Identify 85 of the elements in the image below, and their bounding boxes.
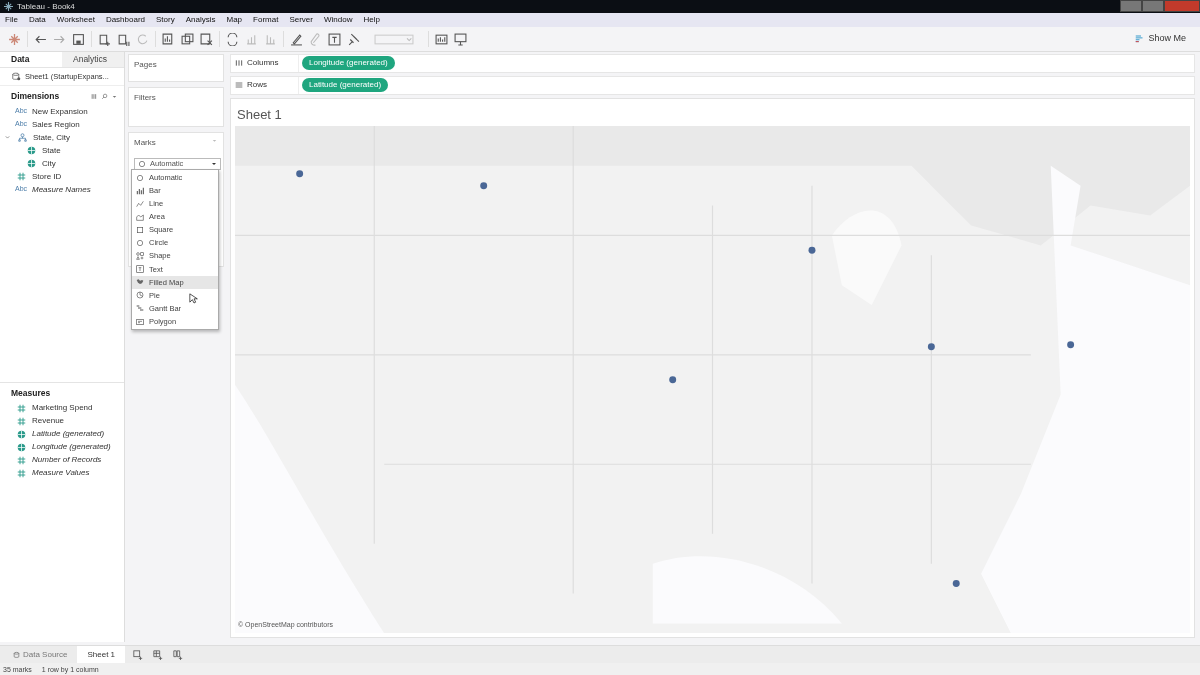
dropdown-arrow-icon[interactable] bbox=[111, 93, 118, 101]
hash-icon bbox=[16, 455, 26, 465]
new-worksheet-icon[interactable] bbox=[133, 649, 144, 660]
field-name[interactable]: Sales Region bbox=[32, 118, 80, 131]
square-icon bbox=[136, 225, 144, 234]
hierarchy-icon bbox=[17, 133, 27, 142]
app-icon bbox=[4, 2, 13, 11]
hash-icon bbox=[16, 172, 26, 181]
tableau-logo-icon[interactable] bbox=[8, 32, 21, 46]
minimize-button[interactable] bbox=[1120, 0, 1142, 12]
globe-icon bbox=[16, 429, 26, 439]
sheet-tab[interactable]: Sheet 1 bbox=[77, 646, 126, 663]
new-dashboard-icon[interactable] bbox=[153, 649, 164, 660]
save-icon[interactable] bbox=[72, 32, 85, 46]
window-title: Tableau - Book4 bbox=[17, 0, 75, 13]
database-icon bbox=[12, 72, 21, 82]
bar-chart-icon bbox=[136, 186, 144, 195]
field-name[interactable]: City bbox=[42, 157, 56, 170]
field-name[interactable]: State bbox=[42, 144, 61, 157]
circle-icon bbox=[136, 239, 144, 247]
section-title: Measures bbox=[11, 387, 51, 400]
shapes-icon bbox=[136, 252, 144, 261]
circle-icon bbox=[138, 160, 146, 168]
text-label-icon[interactable] bbox=[328, 32, 341, 46]
globe-icon bbox=[26, 146, 36, 155]
gantt-icon bbox=[136, 304, 144, 313]
maximize-button[interactable] bbox=[1142, 0, 1164, 12]
highlight-icon[interactable] bbox=[290, 32, 303, 46]
section-title: Dimensions bbox=[11, 90, 60, 103]
menu-item[interactable]: Story bbox=[156, 14, 175, 26]
shelf-title: Filters bbox=[134, 93, 156, 102]
hash-icon bbox=[16, 416, 26, 426]
globe-icon bbox=[16, 442, 26, 452]
text-icon bbox=[136, 265, 144, 274]
sheet-title: Sheet 1 bbox=[236, 105, 283, 124]
field-name[interactable]: Marketing Spend bbox=[32, 402, 93, 415]
polygon-icon bbox=[136, 317, 144, 326]
shelf-title: Pages bbox=[134, 60, 157, 69]
hash-icon bbox=[16, 403, 26, 413]
globe-icon bbox=[26, 159, 36, 168]
area-chart-icon bbox=[136, 212, 144, 221]
pane-tab[interactable]: Analytics bbox=[62, 52, 124, 67]
menu-item[interactable]: Map bbox=[226, 14, 243, 26]
hash-icon bbox=[16, 468, 26, 478]
chart-icon bbox=[1135, 34, 1145, 44]
field-name[interactable]: Measure Names bbox=[32, 183, 91, 196]
rows-icon bbox=[235, 81, 243, 90]
new-worksheet-icon[interactable] bbox=[162, 32, 175, 46]
field-name[interactable]: New Expansion bbox=[32, 105, 88, 118]
paperclip-icon[interactable] bbox=[309, 32, 322, 46]
menu-item[interactable]: Analysis bbox=[185, 14, 216, 26]
field-name[interactable]: Longitude (generated) bbox=[32, 441, 111, 454]
presentation-icon[interactable] bbox=[454, 32, 467, 46]
menu-item[interactable]: File bbox=[5, 14, 18, 26]
menu-item[interactable]: Help bbox=[363, 14, 380, 26]
shelf-title: Marks bbox=[134, 137, 156, 149]
menu-item[interactable]: Data bbox=[28, 14, 46, 26]
shelf-label: Rows bbox=[247, 79, 267, 92]
columns-view-icon[interactable] bbox=[91, 93, 98, 101]
field-name[interactable]: Revenue bbox=[32, 415, 65, 428]
clear-sheet-icon[interactable] bbox=[200, 32, 213, 46]
new-story-icon[interactable] bbox=[173, 649, 184, 660]
field-name[interactable]: Store ID bbox=[32, 170, 62, 183]
menu-item[interactable]: Worksheet bbox=[56, 14, 95, 26]
swap-icon[interactable] bbox=[226, 32, 239, 46]
field-name[interactable]: Latitude (generated) bbox=[32, 428, 105, 441]
cursor-icon bbox=[189, 292, 199, 304]
menu-item[interactable]: Dashboard bbox=[105, 14, 146, 26]
menu-item[interactable]: Server bbox=[289, 14, 313, 26]
pause-datasource-icon[interactable] bbox=[117, 32, 130, 46]
show-me-button[interactable]: Show Me bbox=[1135, 32, 1186, 46]
cards-icon[interactable] bbox=[435, 32, 448, 46]
field-name[interactable]: Number of Records bbox=[32, 454, 102, 467]
duplicate-icon[interactable] bbox=[181, 32, 194, 46]
caret-icon bbox=[211, 161, 217, 167]
menu-item[interactable]: Format bbox=[253, 14, 279, 26]
field-name[interactable]: Measure Values bbox=[32, 467, 90, 480]
pie-icon bbox=[136, 291, 144, 300]
new-datasource-icon[interactable] bbox=[98, 32, 111, 46]
database-icon bbox=[13, 650, 20, 659]
search-icon[interactable] bbox=[101, 93, 108, 101]
field-name[interactable]: State, City bbox=[33, 131, 70, 144]
line-chart-icon bbox=[136, 199, 144, 208]
circle-icon bbox=[136, 173, 144, 182]
menu-item[interactable]: Window bbox=[323, 14, 353, 26]
